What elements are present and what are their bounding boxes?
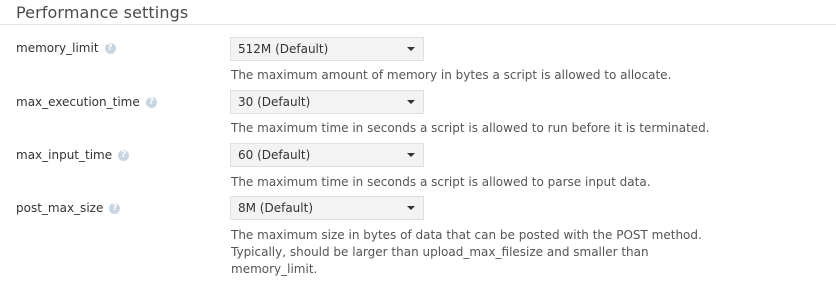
setting-label: max_input_time ? xyxy=(16,148,130,162)
max-input-time-select[interactable]: 60 (Default) xyxy=(230,143,424,167)
chevron-down-icon[interactable] xyxy=(399,91,423,113)
setting-description: The maximum time in seconds a script is … xyxy=(231,121,710,135)
memory-limit-select[interactable]: 512M (Default) xyxy=(230,37,424,61)
chevron-down-icon[interactable] xyxy=(399,144,423,166)
select-value: 30 (Default) xyxy=(238,95,311,109)
setting-description: The maximum time in seconds a script is … xyxy=(231,175,651,189)
setting-name: memory_limit xyxy=(16,41,99,55)
setting-label: max_execution_time ? xyxy=(16,95,157,109)
section-title: Performance settings xyxy=(16,3,189,22)
select-value: 8M (Default) xyxy=(238,201,314,215)
help-icon[interactable]: ? xyxy=(118,149,130,161)
chevron-down-icon[interactable] xyxy=(399,197,423,219)
setting-description: The maximum size in bytes of data that c… xyxy=(231,228,702,276)
help-icon[interactable]: ? xyxy=(145,96,157,108)
setting-description: The maximum amount of memory in bytes a … xyxy=(231,68,672,82)
select-value: 512M (Default) xyxy=(238,42,329,56)
chevron-down-icon[interactable] xyxy=(399,38,423,60)
setting-name: max_execution_time xyxy=(16,95,140,109)
setting-label: post_max_size ? xyxy=(16,201,121,215)
setting-label: memory_limit ? xyxy=(16,41,116,55)
select-value: 60 (Default) xyxy=(238,148,311,162)
max-execution-time-select[interactable]: 30 (Default) xyxy=(230,90,424,114)
setting-name: max_input_time xyxy=(16,148,113,162)
post-max-size-select[interactable]: 8M (Default) xyxy=(230,196,424,220)
section-divider xyxy=(0,24,836,25)
help-icon[interactable]: ? xyxy=(109,202,121,214)
setting-name: post_max_size xyxy=(16,201,104,215)
help-icon[interactable]: ? xyxy=(104,42,116,54)
